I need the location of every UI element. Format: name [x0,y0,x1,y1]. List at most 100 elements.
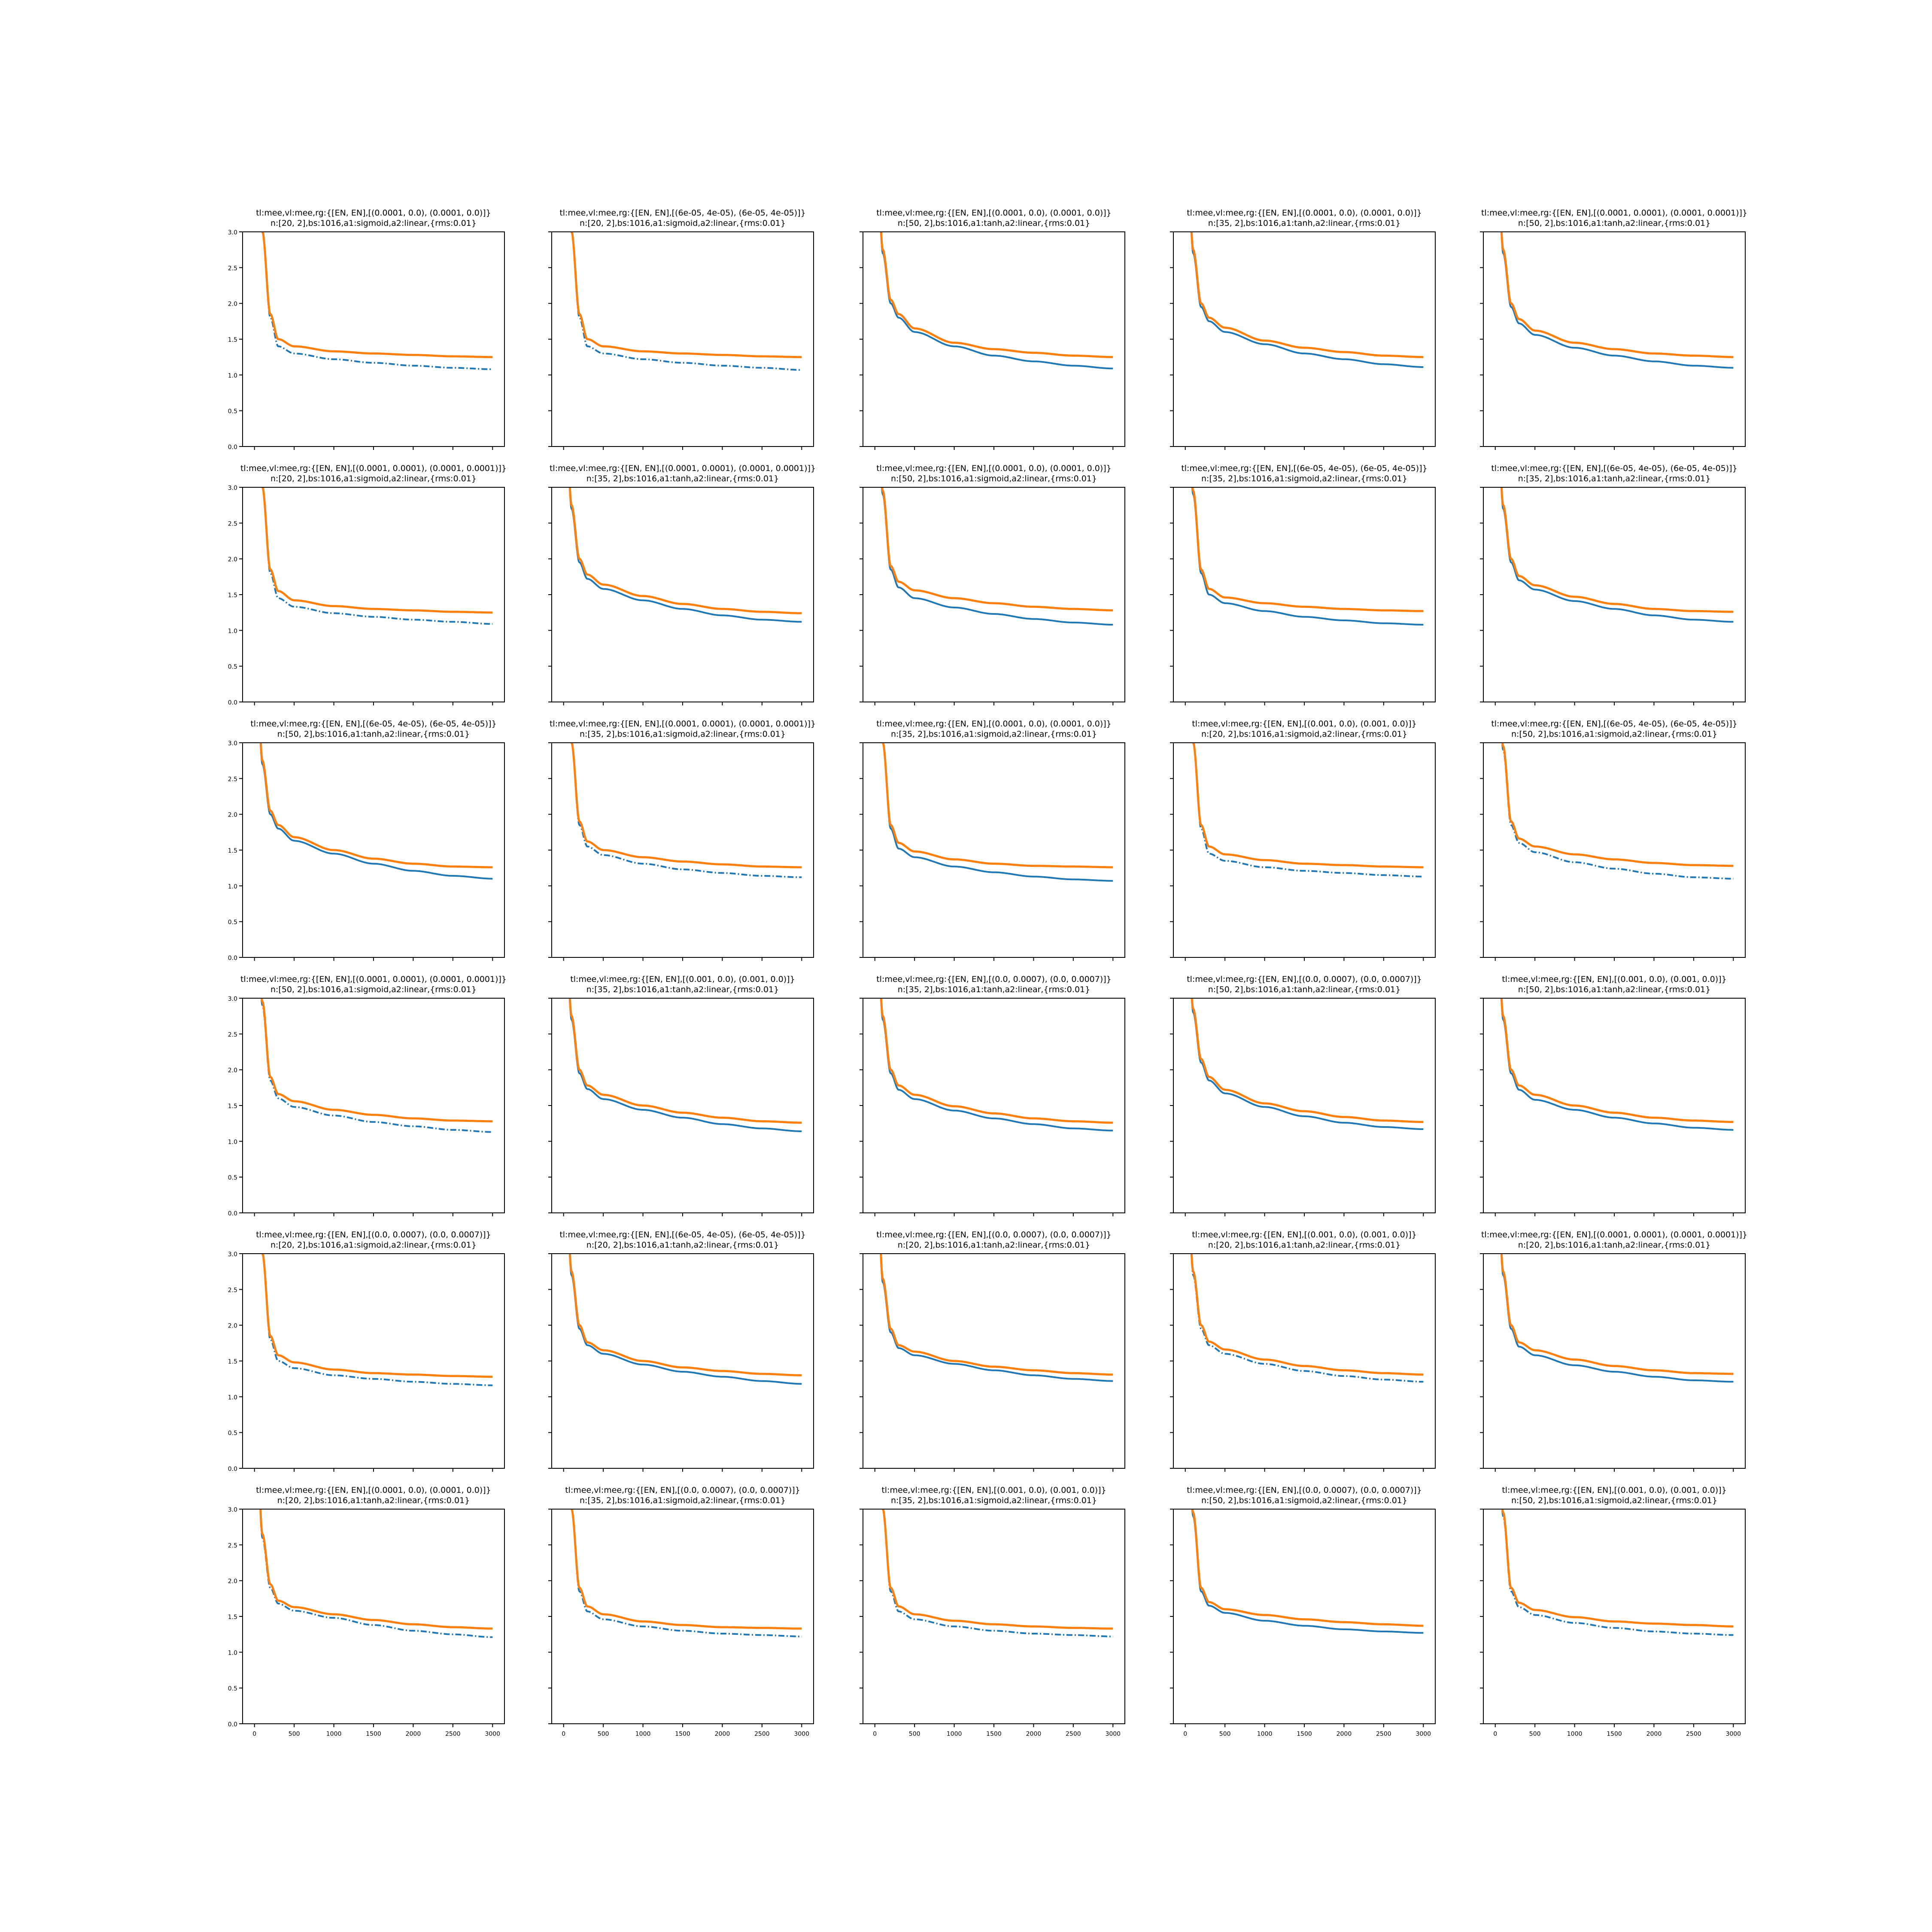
subplot-0-1: tl:mee,vl:mee,rg:{[EN, EN],[(6e-05, 4e-0… [548,208,814,450]
axes-frame [242,1509,505,1724]
series-line-validation [881,1509,1113,1630]
y-tick-label: 1.0 [228,628,237,635]
series-line-training [1501,743,1734,880]
subplot-title-line: n:[35, 2],bs:1016,a1:sigmoid,a2:linear,{… [580,1496,786,1505]
subplot-title-line: n:[20, 2],bs:1016,a1:tanh,a2:linear,{rms… [1208,1240,1400,1250]
series-line-training [880,232,1113,370]
subplot-3-4: tl:mee,vl:mee,rg:{[EN, EN],[(0.001, 0.0)… [1480,975,1746,1216]
x-tick-label: 500 [598,1731,609,1738]
x-tick-label: 0 [252,1731,256,1738]
subplot-title-line: tl:mee,vl:mee,rg:{[EN, EN],[(6e-05, 4e-0… [559,208,805,218]
x-tick-label: 500 [1529,1731,1541,1738]
subplot-0-0: tl:mee,vl:mee,rg:{[EN, EN],[(0.0001, 0.0… [228,208,505,451]
subplot-title-line: tl:mee,vl:mee,rg:{[EN, EN],[(0.0001, 0.0… [240,975,507,984]
subplot-title-line: n:[50, 2],bs:1016,a1:tanh,a2:linear,{rms… [898,219,1090,228]
axes-frame [1173,742,1436,958]
axes-frame [863,998,1125,1213]
series-line-validation [261,1254,493,1378]
series-line-validation [568,1254,802,1376]
series-line-training [261,232,493,370]
subplot-2-4: tl:mee,vl:mee,rg:{[EN, EN],[(6e-05, 4e-0… [1480,719,1746,961]
axes-frame [1483,487,1746,702]
subplot-title-line: n:[50, 2],bs:1016,a1:sigmoid,a2:linear,{… [891,474,1097,483]
axes-frame [1483,742,1746,958]
y-tick-label: 0.0 [228,699,237,706]
series-line-validation [880,1254,1113,1376]
series-line-validation [570,232,802,358]
subplot-title-line: tl:mee,vl:mee,rg:{[EN, EN],[(0.0001, 0.0… [1481,208,1747,218]
subplot-title-line: tl:mee,vl:mee,rg:{[EN, EN],[(6e-05, 4e-0… [250,719,496,729]
y-tick-label: 1.0 [228,883,237,890]
subplot-title-line: tl:mee,vl:mee,rg:{[EN, EN],[(0.0001, 0.0… [876,719,1112,729]
subplot-title-line: tl:mee,vl:mee,rg:{[EN, EN],[(0.0, 0.0007… [256,1230,491,1239]
subplot-2-3: tl:mee,vl:mee,rg:{[EN, EN],[(0.001, 0.0)… [1170,719,1436,961]
axes-frame [242,487,505,702]
series-line-training [571,1509,802,1637]
subplot-3-1: tl:mee,vl:mee,rg:{[EN, EN],[(0.001, 0.0)… [548,975,814,1216]
series-line-training [881,487,1113,626]
axes-frame [551,998,814,1213]
subplot-4-0: tl:mee,vl:mee,rg:{[EN, EN],[(0.0, 0.0007… [228,1230,505,1473]
x-tick-label: 500 [909,1731,920,1738]
subplot-2-0: tl:mee,vl:mee,rg:{[EN, EN],[(6e-05, 4e-0… [228,719,505,962]
subplot-0-2: tl:mee,vl:mee,rg:{[EN, EN],[(0.0001, 0.0… [860,208,1125,450]
subplot-4-3: tl:mee,vl:mee,rg:{[EN, EN],[(0.001, 0.0)… [1170,1230,1436,1472]
subplot-3-0: tl:mee,vl:mee,rg:{[EN, EN],[(0.0001, 0.0… [228,975,507,1217]
x-tick-label: 3000 [1105,1731,1121,1738]
subplot-title-line: n:[20, 2],bs:1016,a1:sigmoid,a2:linear,{… [1201,729,1407,739]
x-tick-label: 500 [289,1731,300,1738]
subplot-title-line: n:[20, 2],bs:1016,a1:tanh,a2:linear,{rms… [586,1240,779,1250]
x-tick-label: 2500 [445,1731,461,1738]
subplot-title-line: n:[35, 2],bs:1016,a1:tanh,a2:linear,{rms… [898,985,1090,994]
x-tick-label: 0 [873,1731,877,1738]
subplot-title-line: n:[35, 2],bs:1016,a1:sigmoid,a2:linear,{… [580,729,786,739]
series-line-training [1191,232,1424,368]
x-tick-label: 1500 [366,1731,381,1738]
axes-frame [242,742,505,958]
x-tick-label: 2000 [1646,1731,1662,1738]
series-line-validation [1500,1254,1734,1375]
y-tick-label: 0.5 [228,408,237,415]
axes-frame [551,487,814,702]
y-tick-label: 0.0 [228,444,237,451]
subplot-title-line: tl:mee,vl:mee,rg:{[EN, EN],[(0.0001, 0.0… [256,208,491,218]
subplot-title-line: n:[50, 2],bs:1016,a1:sigmoid,a2:linear,{… [270,985,477,994]
series-line-training [260,743,493,880]
figure: tl:mee,vl:mee,rg:{[EN, EN],[(0.0001, 0.0… [228,208,1747,1738]
y-tick-label: 1.0 [228,1394,237,1401]
y-tick-label: 3.0 [228,996,237,1002]
y-tick-label: 0.5 [228,1430,237,1437]
y-tick-label: 0.5 [228,919,237,926]
axes-frame [1483,1509,1746,1724]
x-tick-label: 2000 [406,1731,421,1738]
axes-frame [1173,998,1436,1213]
series-line-validation [259,1509,493,1630]
x-tick-label: 3000 [1725,1731,1741,1738]
series-line-training [1191,487,1424,626]
y-tick-label: 3.0 [228,740,237,747]
series-line-training [1501,232,1734,369]
axes-frame [1173,487,1436,702]
y-tick-label: 3.0 [228,485,237,492]
axes-frame [242,1253,505,1469]
series-line-validation [1190,232,1424,358]
x-tick-label: 500 [1219,1731,1231,1738]
subplot-title-line: tl:mee,vl:mee,rg:{[EN, EN],[(0.0001, 0.0… [1187,208,1422,218]
y-tick-label: 2.5 [228,1287,237,1294]
series-line-training [1501,1254,1734,1383]
series-line-validation [570,1509,802,1630]
series-line-training [1191,1509,1424,1634]
subplot-title-line: n:[35, 2],bs:1016,a1:tanh,a2:linear,{rms… [586,474,779,483]
series-line-training [569,487,802,623]
y-tick-label: 0.0 [228,1466,237,1473]
series-line-training [1501,487,1734,623]
series-line-training [259,1509,493,1638]
axes-frame [551,1509,814,1724]
series-line-training [880,998,1113,1132]
subplot-3-3: tl:mee,vl:mee,rg:{[EN, EN],[(0.0, 0.0007… [1170,975,1436,1216]
y-tick-label: 2.5 [228,1031,237,1038]
subplot-title-line: n:[35, 2],bs:1016,a1:tanh,a2:linear,{rms… [586,985,779,994]
series-line-validation [1192,743,1424,869]
subplot-title-line: n:[50, 2],bs:1016,a1:sigmoid,a2:linear,{… [1511,729,1717,739]
axes-frame [1173,1509,1436,1724]
